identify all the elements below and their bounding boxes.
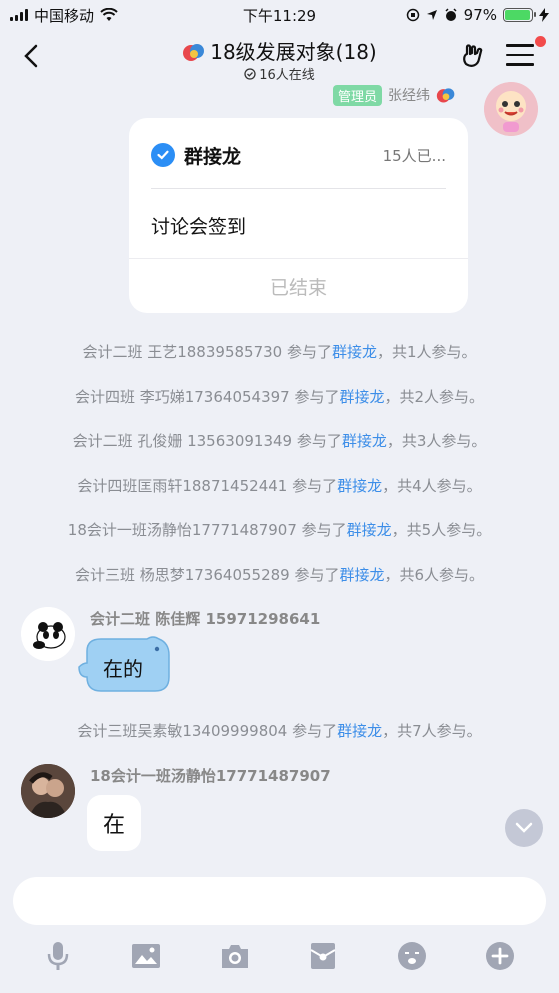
avatar[interactable] bbox=[21, 764, 75, 818]
red-packet-button[interactable] bbox=[305, 938, 341, 974]
camera-icon bbox=[222, 945, 248, 968]
sender-name: 会计二班 陈佳辉 15971298641 bbox=[90, 610, 321, 628]
system-text: ，共5人参与。 bbox=[391, 521, 492, 539]
solitaire-link[interactable]: 群接龙 bbox=[342, 432, 387, 450]
location-icon bbox=[426, 10, 437, 20]
notification-dot bbox=[535, 36, 546, 47]
plus-icon bbox=[486, 942, 514, 970]
divider bbox=[151, 188, 446, 189]
system-text: 会计三班 杨思梦17364055289 参与了 bbox=[74, 566, 340, 584]
menu-icon bbox=[506, 44, 534, 66]
system-text: 会计四班 李巧娣17364054397 参与了 bbox=[74, 388, 340, 406]
hand-gesture-button[interactable] bbox=[458, 42, 488, 72]
message-text: 在 bbox=[102, 813, 125, 838]
message-text: 在的 bbox=[103, 657, 143, 681]
battery-percent: 97% bbox=[463, 6, 497, 24]
divider bbox=[129, 258, 468, 259]
system-text: ，共6人参与。 bbox=[384, 566, 485, 584]
image-icon bbox=[132, 944, 160, 968]
system-text: ，共7人参与。 bbox=[382, 722, 482, 740]
solitaire-link[interactable]: 群接龙 bbox=[337, 722, 382, 740]
page-title-text: 18级发展对象(18) bbox=[210, 40, 377, 64]
system-text: 18会计一班汤静怡17771487907 参与了 bbox=[67, 521, 347, 539]
emoji-button[interactable] bbox=[394, 938, 430, 974]
system-message: 会计三班 杨思梦17364055289 参与了群接龙，共6人参与。 bbox=[0, 564, 559, 585]
sender-name: 张经纬 bbox=[388, 88, 431, 104]
image-button[interactable] bbox=[128, 938, 164, 974]
chevron-down-icon bbox=[515, 822, 533, 833]
system-message: 会计三班吴素敏13409999804 参与了群接龙，共7人参与。 bbox=[0, 720, 559, 741]
system-message: 会计二班 孔俊姗 13563091349 参与了群接龙，共3人参与。 bbox=[0, 430, 559, 451]
card-content: 讨论会签到 bbox=[151, 216, 247, 238]
alarm-icon bbox=[445, 8, 457, 21]
voice-button[interactable] bbox=[40, 938, 76, 974]
avatar[interactable] bbox=[484, 82, 538, 136]
message-bubble[interactable]: 在 bbox=[87, 795, 141, 851]
online-count-text: 16人在线 bbox=[259, 68, 315, 83]
message-bubble[interactable]: 在的 bbox=[77, 633, 173, 695]
charging-icon bbox=[539, 8, 549, 22]
system-text: 会计二班 孔俊姗 13563091349 参与了 bbox=[72, 432, 342, 450]
system-text: ，共3人参与。 bbox=[386, 432, 487, 450]
group-avatar-icon bbox=[183, 44, 205, 61]
cartoon-avatar-icon bbox=[484, 82, 538, 136]
wifi-icon bbox=[100, 8, 118, 21]
system-message: 会计二班 王艺18839585730 参与了群接龙，共1人参与。 bbox=[0, 341, 559, 362]
more-button[interactable] bbox=[482, 938, 518, 974]
group-avatar-icon bbox=[436, 88, 455, 103]
solitaire-card[interactable]: 群接龙 15人已... 讨论会签到 已结束 bbox=[129, 118, 468, 313]
card-count: 15人已... bbox=[382, 146, 446, 165]
card-status: 已结束 bbox=[269, 277, 327, 299]
nav-bar: 18级发展对象(18) 16人在线 bbox=[0, 30, 559, 86]
battery-icon bbox=[503, 8, 536, 22]
emoji-icon bbox=[398, 942, 426, 970]
sender-name: 18会计一班汤静怡17771487907 bbox=[90, 767, 331, 785]
signal-icon bbox=[10, 9, 28, 21]
solitaire-link[interactable]: 群接龙 bbox=[337, 477, 382, 495]
system-message: 18会计一班汤静怡17771487907 参与了群接龙，共5人参与。 bbox=[0, 519, 559, 540]
hand-icon bbox=[463, 44, 483, 67]
message-sender: 管理员 张经纬 bbox=[333, 84, 456, 106]
card-title: 群接龙 bbox=[184, 145, 242, 168]
solitaire-link[interactable]: 群接龙 bbox=[332, 343, 377, 361]
system-text: 会计三班吴素敏13409999804 参与了 bbox=[77, 722, 338, 740]
system-text: ，共1人参与。 bbox=[376, 343, 477, 361]
check-circle-icon bbox=[244, 68, 256, 80]
camera-button[interactable] bbox=[217, 938, 253, 974]
panda-avatar-icon bbox=[21, 607, 75, 661]
system-text: 会计二班 王艺18839585730 参与了 bbox=[82, 343, 332, 361]
scroll-down-button[interactable] bbox=[505, 809, 543, 847]
input-area bbox=[0, 863, 559, 993]
system-text: 会计四班匡雨轩18871452441 参与了 bbox=[77, 477, 338, 495]
check-badge-icon bbox=[151, 143, 175, 167]
photo-avatar-icon bbox=[21, 764, 75, 818]
solitaire-link[interactable]: 群接龙 bbox=[347, 521, 392, 539]
carrier-label: 中国移动 bbox=[34, 6, 95, 25]
message-input[interactable] bbox=[13, 877, 546, 925]
menu-button[interactable] bbox=[506, 44, 534, 68]
orientation-lock-icon bbox=[406, 8, 419, 22]
input-toolbar bbox=[0, 938, 559, 978]
microphone-icon bbox=[47, 942, 69, 970]
solitaire-link[interactable]: 群接龙 bbox=[339, 388, 384, 406]
system-text: ，共2人参与。 bbox=[384, 388, 485, 406]
system-message: 会计四班 李巧娣17364054397 参与了群接龙，共2人参与。 bbox=[0, 386, 559, 407]
system-text: ，共4人参与。 bbox=[382, 477, 482, 495]
solitaire-link[interactable]: 群接龙 bbox=[339, 566, 384, 584]
red-packet-icon bbox=[310, 943, 336, 969]
avatar[interactable] bbox=[21, 607, 75, 661]
system-message: 会计四班匡雨轩18871452441 参与了群接龙，共4人参与。 bbox=[0, 475, 559, 496]
status-bar: 中国移动 下午11:29 97% bbox=[0, 0, 559, 30]
admin-badge: 管理员 bbox=[333, 84, 383, 106]
